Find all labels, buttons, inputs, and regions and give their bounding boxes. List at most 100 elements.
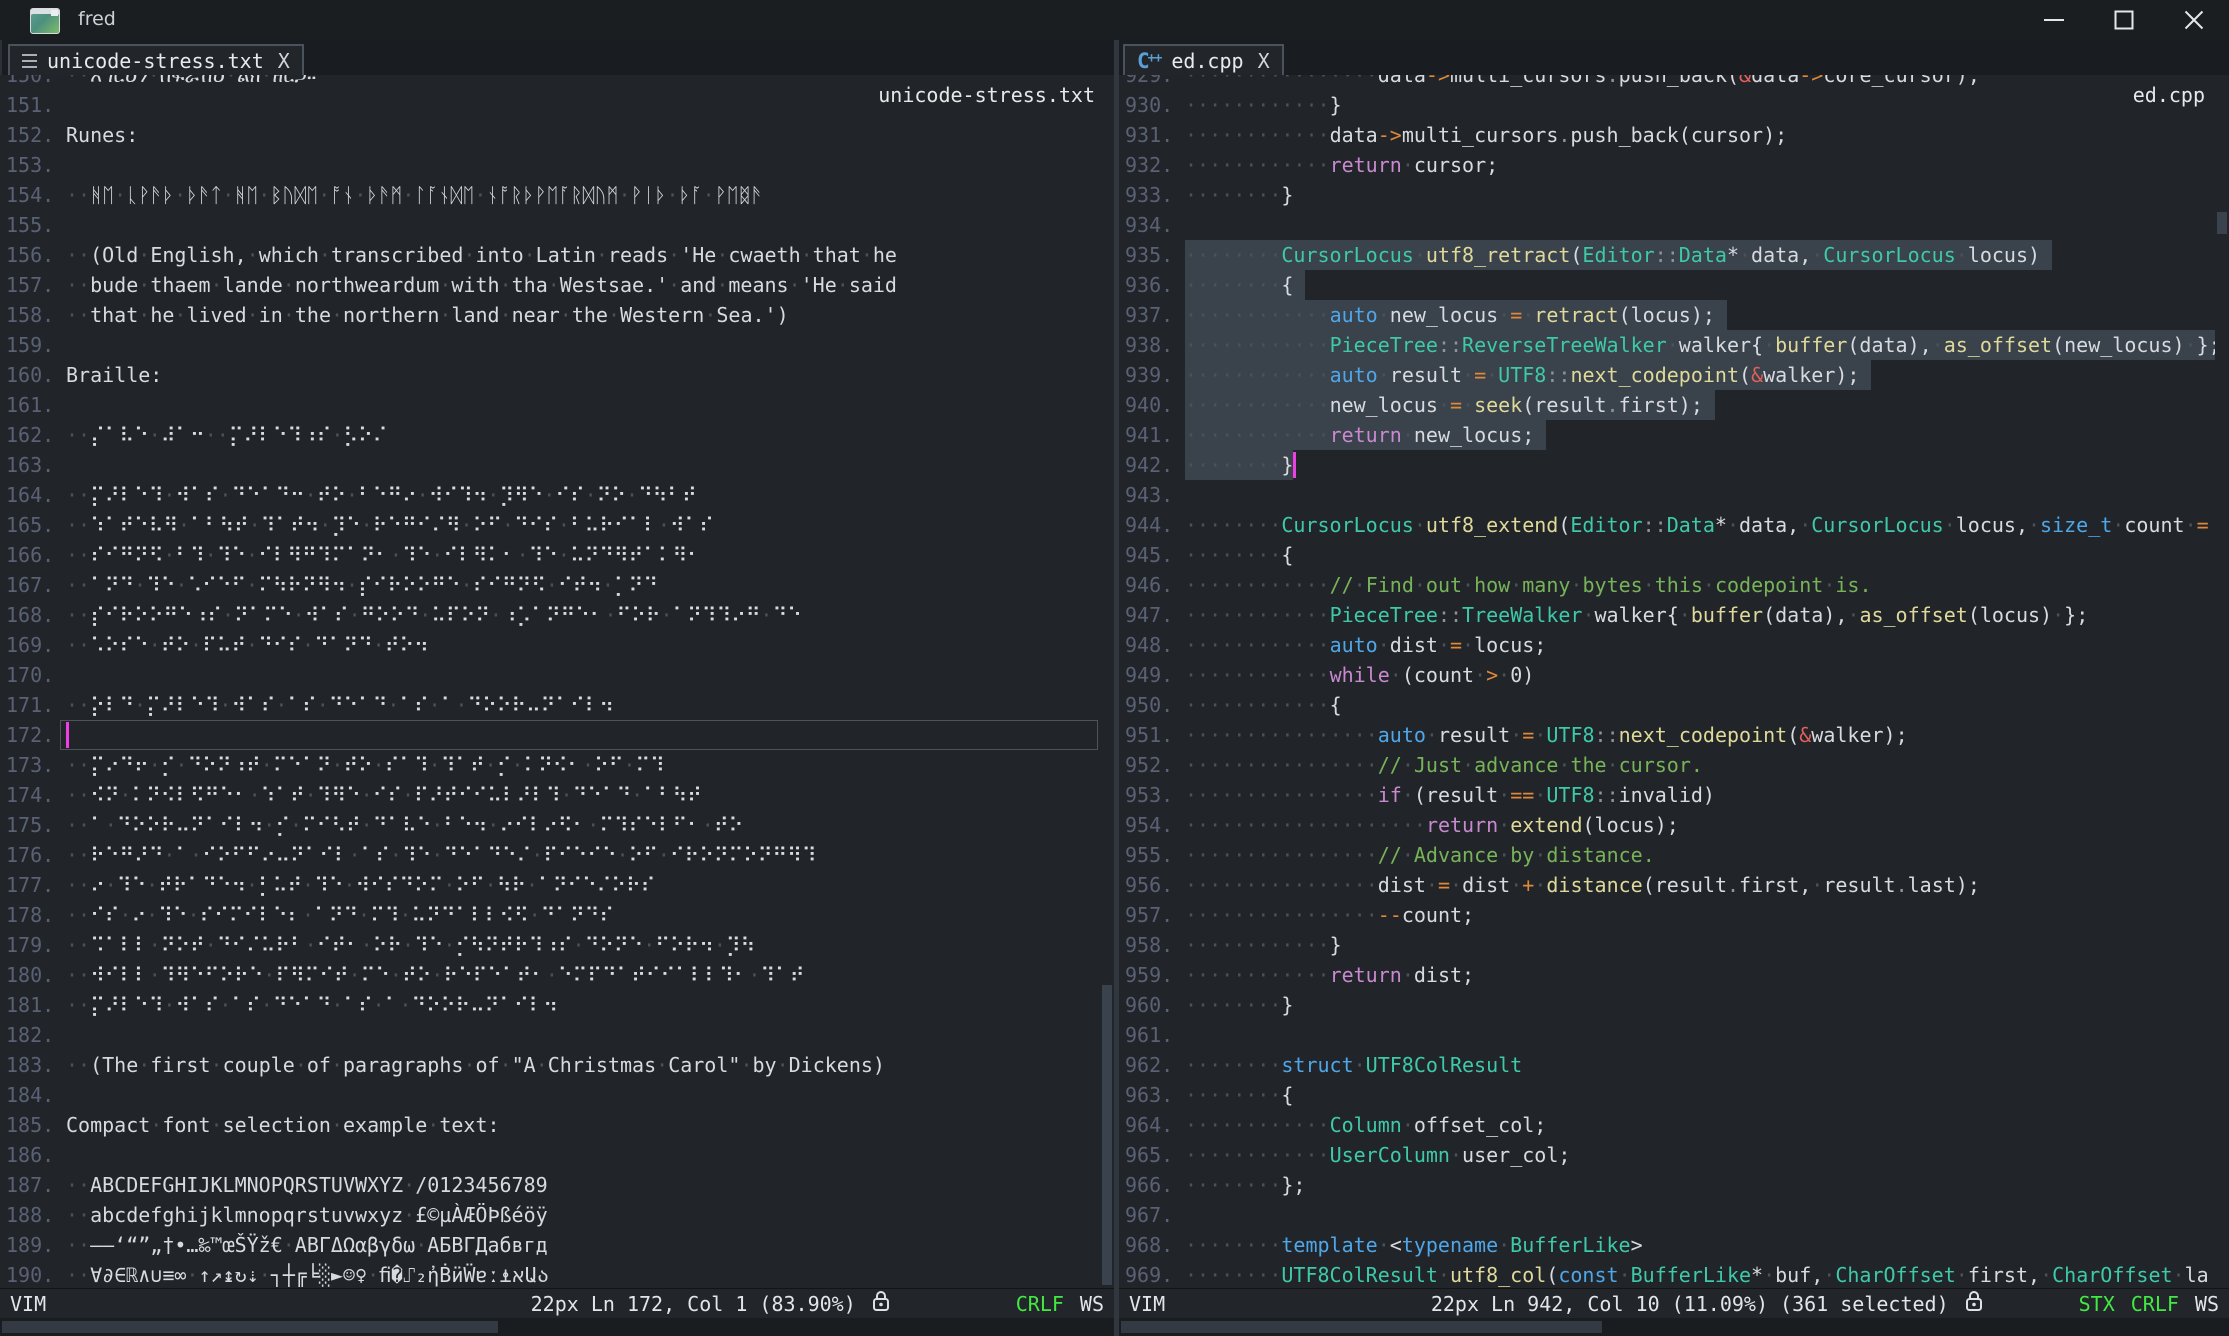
code-line[interactable]: 935.········CursorLocus·utf8_retract(Edi… xyxy=(1119,240,2215,270)
tab-close-icon[interactable]: X xyxy=(1258,49,1270,73)
code-line[interactable]: 178.··⠊⠎·⠔·⠹⠑·⠎⠊⠍⠊⠇⠑⠆·⠁⠝⠙·⠍⠹·⠥⠝⠙⠁⠇⠇⠪⠫·⠙⠁… xyxy=(0,900,1100,930)
vertical-scrollbar[interactable] xyxy=(1100,75,1114,1288)
code-line[interactable]: 957.················--count; xyxy=(1119,900,2215,930)
status-indicator-crlf[interactable]: CRLF xyxy=(1016,1292,1064,1316)
code-line[interactable]: 180.··⠺⠊⠇⠇·⠹⠻⠑⠋⠕⠗⠑·⠏⠻⠍⠊⠞·⠍⠑·⠞⠕·⠗⠑⠏⠑⠁⠞⠂·⠑… xyxy=(0,960,1100,990)
code-line[interactable]: 177.··⠔·⠹⠑·⠞⠗⠁⠙⠑⠲·⡃⠥⠞·⠹⠑·⠺⠊⠎⠙⠕⠍·⠕⠋·⠳⠗·⠁⠝… xyxy=(0,870,1100,900)
horizontal-scrollbar[interactable] xyxy=(1119,1318,2229,1336)
code-line[interactable]: 956.················dist·=·dist·+·distan… xyxy=(1119,870,2215,900)
code-line[interactable]: 949.············while·(count·>·0) xyxy=(1119,660,2215,690)
code-line[interactable]: 161. xyxy=(0,390,1100,420)
code-line[interactable]: 189.··–—‘“”„†•…‰™œŠŸž€·ΑΒΓΔΩαβγδω·АБВГДа… xyxy=(0,1230,1100,1260)
code-line[interactable]: 941.············return·new_locus; xyxy=(1119,420,2215,450)
code-line[interactable]: 157.··bude·thaem·lande·northweardum·with… xyxy=(0,270,1100,300)
code-line[interactable]: 184. xyxy=(0,1080,1100,1110)
code-line[interactable]: 933.········} xyxy=(1119,180,2215,210)
code-line[interactable]: 174.··⠪⠝·⠅⠝⠪⠇⠫⠛⠑⠂·⠱⠁⠞·⠹⠻⠑·⠊⠎·⠏⠜⠞⠊⠊⠥⠇⠜⠇⠹·… xyxy=(0,780,1100,810)
vertical-scrollbar-thumb[interactable] xyxy=(2217,212,2227,234)
code-line[interactable]: 152.Runes: xyxy=(0,120,1100,150)
editor-ed-cpp[interactable]: 929.················data->multi_cursors.… xyxy=(1119,75,2215,1288)
lock-icon[interactable] xyxy=(872,1289,890,1318)
code-line[interactable]: 931.············data->multi_cursors.push… xyxy=(1119,120,2215,150)
code-line[interactable]: 951.················auto·result·=·UTF8::… xyxy=(1119,720,2215,750)
code-line[interactable]: 168.··⡎⠊⠗⠕⠕⠛⠑⠰⠎·⠝⠁⠍⠑·⠺⠁⠎·⠛⠕⠕⠙·⠥⠏⠕⠝·⠰⡡⠁⠝⠛… xyxy=(0,600,1100,630)
code-line[interactable]: 160.Braille: xyxy=(0,360,1100,390)
code-line[interactable]: 190.··∀∂∈ℝ∧∪≡∞·↑↗↨↻⇣·┐┼╔╘░►☺♀·ﬁ�⑀₂ἠḂӥẄɐː… xyxy=(0,1260,1100,1288)
horizontal-scrollbar[interactable] xyxy=(0,1318,1114,1336)
code-line[interactable]: 952.················//·Just·advance·the·… xyxy=(1119,750,2215,780)
code-line[interactable]: 164.··⡍⠜⠇⠑⠹·⠺⠁⠎·⠙⠑⠁⠙⠒·⠞⠕·⠃⠑⠛⠔·⠺⠊⠹⠲·⡹⠻⠑·⠊… xyxy=(0,480,1100,510)
code-line[interactable]: 163. xyxy=(0,450,1100,480)
code-line[interactable]: 961. xyxy=(1119,1020,2215,1050)
code-line[interactable]: 939.············auto·result·=·UTF8::next… xyxy=(1119,360,2215,390)
code-line[interactable]: 175.··⠁·⠙⠕⠕⠗⠤⠝⠁⠊⠇⠲·⡊·⠍⠊⠣⠞·⠙⠁⠧⠑·⠃⠑⠲·⠔⠊⠇⠔⠫… xyxy=(0,810,1100,840)
code-line[interactable]: 966.········}; xyxy=(1119,1170,2215,1200)
code-line[interactable]: 169.··⠡⠕⠎⠑·⠞⠕·⠏⠥⠞·⠙⠊⠎·⠙⠁⠝⠙·⠞⠕⠲ xyxy=(0,630,1100,660)
code-line[interactable]: 950.············{ xyxy=(1119,690,2215,720)
code-line[interactable]: 186. xyxy=(0,1140,1100,1170)
code-line[interactable]: 963.········{ xyxy=(1119,1080,2215,1110)
code-line[interactable]: 962.········struct·UTF8ColResult xyxy=(1119,1050,2215,1080)
code-line[interactable]: 187.··ABCDEFGHIJKLMNOPQRSTUVWXYZ·/012345… xyxy=(0,1170,1100,1200)
code-line[interactable]: 954.····················return·extend(lo… xyxy=(1119,810,2215,840)
code-line[interactable]: 173.··⡍⠔⠙⠖·⡊·⠙⠕⠝⠰⠞·⠍⠑⠁⠝·⠞⠕·⠎⠁⠹·⠹⠁⠞·⡊·⠅⠝⠪… xyxy=(0,750,1100,780)
code-line[interactable]: 947.············PieceTree::TreeWalker·wa… xyxy=(1119,600,2215,630)
code-line[interactable]: 162.··⡌⠁⠧⠑·⠼⠁⠒··⡍⠜⠇⠑⠹⠰⠎·⡣⠕⠌ xyxy=(0,420,1100,450)
status-indicator-crlf[interactable]: CRLF xyxy=(2131,1292,2179,1316)
status-indicator-ws[interactable]: WS xyxy=(2195,1292,2219,1316)
code-line[interactable]: 930.············} xyxy=(1119,90,2215,120)
code-line[interactable]: 185.Compact·font·selection·example·text: xyxy=(0,1110,1100,1140)
code-line[interactable]: 968.········template·<typename·BufferLik… xyxy=(1119,1230,2215,1260)
status-indicator-stx[interactable]: STX xyxy=(2079,1292,2115,1316)
code-line[interactable]: 955.················//·Advance·by·distan… xyxy=(1119,840,2215,870)
code-line[interactable]: 176.··⠗⠑⠛⠜⠙·⠁·⠊⠕⠋⠋⠔⠤⠝⠁⠊⠇·⠁⠎·⠹⠑·⠙⠑⠁⠙⠑⠌·⠏⠊… xyxy=(0,840,1100,870)
code-line[interactable]: 166.··⠎⠊⠛⠝⠫·⠃⠹·⠹⠑·⠊⠇⠻⠛⠹⠍⠁⠝⠂·⠹⠑·⠊⠇⠻⠅⠂·⠹⠑·… xyxy=(0,540,1100,570)
code-line[interactable]: 181.··⡍⠜⠇⠑⠹·⠺⠁⠎·⠁⠎·⠙⠑⠁⠙·⠁⠎·⠁·⠙⠕⠕⠗⠤⠝⠁⠊⠇⠲ xyxy=(0,990,1100,1020)
code-line[interactable]: 944.········CursorLocus·utf8_extend(Edit… xyxy=(1119,510,2215,540)
lock-icon[interactable] xyxy=(1965,1289,1983,1318)
code-line[interactable]: 172. xyxy=(0,720,1100,750)
tab-ed-cpp[interactable]: C++ ed.cpp X xyxy=(1123,44,1284,77)
code-line[interactable]: 938.············PieceTree::ReverseTreeWa… xyxy=(1119,330,2215,360)
code-line[interactable]: 936.········{ xyxy=(1119,270,2215,300)
code-line[interactable]: 929.················data->multi_cursors.… xyxy=(1119,75,2215,90)
code-line[interactable]: 165.··⠱⠁⠞⠑⠧⠻·⠁⠃⠳⠞·⠹⠁⠞⠲·⡹⠑·⠗⠑⠛⠊⠌⠻·⠕⠋·⠙⠊⠎·… xyxy=(0,510,1100,540)
code-line[interactable]: 183.··(The·first·couple·of·paragraphs·of… xyxy=(0,1050,1100,1080)
code-line[interactable]: 171.··⡕⠇⠙·⡍⠜⠇⠑⠹·⠺⠁⠎·⠁⠎·⠙⠑⠁⠙·⠁⠎·⠁·⠙⠕⠕⠗⠤⠝⠁… xyxy=(0,690,1100,720)
code-line[interactable]: 958.············} xyxy=(1119,930,2215,960)
status-indicator-ws[interactable]: WS xyxy=(1080,1292,1104,1316)
code-line[interactable]: 153. xyxy=(0,150,1100,180)
code-line[interactable]: 159. xyxy=(0,330,1100,360)
code-line[interactable]: 188.··abcdefghijklmnopqrstuvwxyz·£©µÀÆÖÞ… xyxy=(0,1200,1100,1230)
code-line[interactable]: 154.··ᚻᛖ·ᚳᚹᚫᚦ·ᚦᚫᛏ·ᚻᛖ·ᛒᚢᛞᛖ·ᚩᚾ·ᚦᚫᛗ·ᛚᚪᚾᛞᛖ·ᚾ… xyxy=(0,180,1100,210)
code-line[interactable]: 167.··⠁⠝⠙·⠹⠑·⠡⠊⠑⠋·⠍⠳⠗⠝⠻⠲·⡎⠊⠗⠕⠕⠛⠑·⠎⠊⠛⠝⠫·⠊… xyxy=(0,570,1100,600)
code-line[interactable]: 945.········{ xyxy=(1119,540,2215,570)
code-line[interactable]: 948.············auto·dist·=·locus; xyxy=(1119,630,2215,660)
code-line[interactable]: 953.················if·(result·==·UTF8::… xyxy=(1119,780,2215,810)
code-line[interactable]: 943. xyxy=(1119,480,2215,510)
code-line[interactable]: 932.············return·cursor; xyxy=(1119,150,2215,180)
code-line[interactable]: 969.········UTF8ColResult·utf8_col(const… xyxy=(1119,1260,2215,1288)
code-line[interactable]: 158.··that·he·lived·in·the·northern·land… xyxy=(0,300,1100,330)
code-line[interactable]: 967. xyxy=(1119,1200,2215,1230)
code-line[interactable]: 934. xyxy=(1119,210,2215,240)
code-line[interactable]: 170. xyxy=(0,660,1100,690)
code-line[interactable]: 937.············auto·new_locus·=·retract… xyxy=(1119,300,2215,330)
code-line[interactable]: 964.············Column·offset_col; xyxy=(1119,1110,2215,1140)
tab-close-icon[interactable]: X xyxy=(278,49,290,73)
code-line[interactable]: 959.············return·dist; xyxy=(1119,960,2215,990)
code-line[interactable]: 940.············new_locus·=·seek(result.… xyxy=(1119,390,2215,420)
code-line[interactable]: 946.············//·Find·out·how·many·byt… xyxy=(1119,570,2215,600)
tab-unicode-stress[interactable]: unicode-stress.txt X xyxy=(8,44,304,77)
vertical-scrollbar[interactable] xyxy=(2215,75,2229,1288)
horizontal-scrollbar-thumb[interactable] xyxy=(1121,1321,1602,1333)
code-line[interactable]: 960.········} xyxy=(1119,990,2215,1020)
code-line[interactable]: 156.··(Old·English,·which·transcribed·in… xyxy=(0,240,1100,270)
code-line[interactable]: 179.··⠩⠁⠇⠇·⠝⠕⠞·⠙⠊⠌⠥⠗⠃·⠊⠞⠂·⠕⠗·⠹⠑·⡊⠳⠝⠞⠗⠹⠰⠎… xyxy=(0,930,1100,960)
editor-unicode-stress[interactable]: 150.··እግርህን·በፍራሽህ·ልክ·ዘርጋ።151.152.Runes:1… xyxy=(0,75,1100,1288)
code-line[interactable]: 965.············UserColumn·user_col; xyxy=(1119,1140,2215,1170)
code-line[interactable]: 942.········} xyxy=(1119,450,2215,480)
vertical-scrollbar-thumb[interactable] xyxy=(1102,985,1112,1285)
horizontal-scrollbar-thumb[interactable] xyxy=(2,1321,498,1333)
code-line[interactable]: 155. xyxy=(0,210,1100,240)
